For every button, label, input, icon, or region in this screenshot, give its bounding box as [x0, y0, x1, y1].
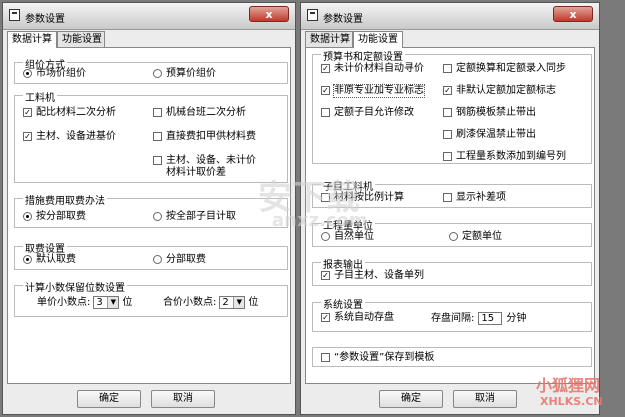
group-system-settings: 系统设置 ✓ 系统自动存盘 存盘间隔: 15 分钟: [312, 296, 592, 332]
dropdown-arrow-icon: ▼: [107, 297, 119, 308]
group-title: 预算书和定额设置: [321, 48, 405, 63]
group-title: 计算小数保留位数设置: [23, 279, 127, 294]
group-pricing-method: 组价方式 市场价组价 预算价组价: [14, 56, 288, 84]
checkbox-auto-save[interactable]: ✓ 系统自动存盘: [321, 312, 394, 324]
radio-by-all-items[interactable]: 按全部子目计取: [153, 211, 236, 223]
group-title: 报表输出: [321, 256, 365, 271]
checkbox-quantity-coef[interactable]: 工程量系数添加到编号列: [443, 151, 566, 163]
radio-by-section[interactable]: 按分部取费: [23, 211, 86, 223]
checkbox-main-material-list[interactable]: ✓ 子目主材、设备单列: [321, 270, 424, 282]
checkbox-rebar-form[interactable]: 钢筋模板禁止带出: [443, 107, 536, 119]
radio-off-icon: [153, 212, 162, 221]
group-decimal-places: 计算小数保留位数设置 单价小数点: 3 ▼ 位 合价小数点: 2 ▼ 位: [14, 279, 288, 317]
group-fee-settings: 取费设置 默认取费 分部取费: [14, 240, 288, 270]
checkbox-empty-icon: [443, 193, 452, 202]
checkbox-empty-icon: [443, 130, 452, 139]
window-title: 参数设置: [323, 14, 363, 25]
group-measure-fee: 措施费用取费办法 按分部取费 按全部子目计取: [14, 192, 288, 228]
group-report-output: 报表输出 ✓ 子目主材、设备单列: [312, 256, 592, 286]
checkbox-main-material-base[interactable]: ✓ 主材、设备进基价: [23, 131, 116, 143]
group-title: 措施费用取费办法: [23, 192, 107, 207]
checkbox-non-default-quota[interactable]: ✓ 非默认定额加定额标志: [443, 85, 556, 97]
radio-on-icon: [23, 69, 32, 78]
check-icon: ✓: [23, 108, 32, 117]
watermark-domain: XHLKS.CN: [540, 395, 603, 408]
tab-panel: 组价方式 市场价组价 预算价组价 工料机 ✓ 配比材料二次分析 机械台班二次分析 …: [7, 47, 291, 384]
checkbox-empty-icon: [443, 152, 452, 161]
checkbox-show-diff[interactable]: 显示补差项: [443, 192, 506, 204]
dropdown-arrow-icon: ▼: [233, 297, 245, 308]
checkbox-empty-icon: [153, 156, 162, 165]
checkbox-paint-insulation[interactable]: 刷漆保温禁止带出: [443, 129, 536, 141]
checkbox-empty-icon: [321, 108, 330, 117]
checkbox-empty-icon: [321, 353, 330, 362]
check-icon: ✓: [321, 271, 330, 280]
close-button[interactable]: x: [249, 6, 289, 22]
title-bar[interactable]: 参数设置 x: [301, 3, 599, 30]
ok-button[interactable]: 确定: [77, 390, 141, 408]
radio-default-fee[interactable]: 默认取费: [23, 254, 76, 266]
check-icon: ✓: [321, 313, 330, 322]
close-button[interactable]: x: [553, 6, 593, 22]
group-template: “参数设置”保存到模板: [312, 347, 592, 367]
check-icon: ✓: [321, 86, 330, 95]
app-icon: [9, 9, 20, 21]
unit-price-decimals: 单价小数点: 3 ▼ 位: [37, 296, 133, 309]
radio-on-icon: [23, 255, 32, 264]
checkbox-auto-price-lookup[interactable]: ✓ 未计价材料自动寻价: [321, 63, 424, 75]
checkbox-save-to-template[interactable]: “参数设置”保存到模板: [321, 352, 434, 364]
tab-function-settings[interactable]: 功能设置: [57, 31, 105, 47]
ok-button[interactable]: 确定: [379, 390, 443, 408]
watermark-url: anxz.com: [272, 210, 368, 231]
title-bar[interactable]: 参数设置 x: [3, 3, 295, 30]
save-interval: 存盘间隔: 15 分钟: [431, 312, 527, 325]
checkbox-deduct-supplied[interactable]: 直接费扣甲供材料费: [153, 131, 256, 143]
tab-data-calc[interactable]: 数据计算: [305, 31, 353, 47]
radio-off-icon: [321, 232, 330, 241]
cancel-button[interactable]: 取消: [453, 390, 517, 408]
radio-natural-unit[interactable]: 自然单位: [321, 231, 374, 243]
tab-function-settings[interactable]: 功能设置: [353, 31, 403, 48]
checkbox-price-diff[interactable]: 主材、设备、未计价材料计取价差: [153, 155, 257, 179]
check-icon: ✓: [443, 86, 452, 95]
group-title: 取费设置: [23, 240, 67, 255]
checkbox-machine-analysis[interactable]: 机械台班二次分析: [153, 107, 246, 119]
checkbox-quota-sync[interactable]: 定额换算和定额录入同步: [443, 63, 566, 75]
settings-window-data-calc: 参数设置 x 数据计算 功能设置 组价方式 市场价组价 预算价组价 工料机 ✓ 配…: [2, 2, 296, 415]
group-title: 系统设置: [321, 296, 365, 311]
checkbox-mix-material-analysis[interactable]: ✓ 配比材料二次分析: [23, 107, 116, 119]
window-title: 参数设置: [25, 14, 65, 25]
app-icon: [307, 9, 318, 21]
checkbox-empty-icon: [443, 64, 452, 73]
unit-price-decimals-select[interactable]: 3 ▼: [93, 296, 120, 309]
save-interval-input[interactable]: 15: [478, 312, 503, 325]
checkbox-empty-icon: [153, 132, 162, 141]
cancel-button[interactable]: 取消: [151, 390, 215, 408]
radio-on-icon: [23, 212, 32, 221]
total-price-decimals: 合价小数点: 2 ▼ 位: [163, 296, 259, 309]
group-labor-material: 工料机 ✓ 配比材料二次分析 机械台班二次分析 ✓ 主材、设备进基价 直接费扣甲供材…: [14, 89, 288, 183]
checkbox-empty-icon: [443, 108, 452, 117]
checkbox-empty-icon: [153, 108, 162, 117]
radio-quota-unit[interactable]: 定额单位: [449, 231, 502, 243]
radio-off-icon: [449, 232, 458, 241]
radio-section-fee[interactable]: 分部取费: [153, 254, 206, 266]
radio-off-icon: [153, 255, 162, 264]
radio-market-price[interactable]: 市场价组价: [23, 68, 86, 80]
radio-budget-price[interactable]: 预算价组价: [153, 68, 216, 80]
check-icon: ✓: [23, 132, 32, 141]
check-icon: ✓: [321, 64, 330, 73]
checkbox-non-original-specialty[interactable]: ✓ 非原专业加专业标志: [321, 84, 425, 98]
group-title: 工料机: [23, 89, 57, 104]
tab-data-calc[interactable]: 数据计算: [7, 31, 57, 48]
checkbox-allow-modify[interactable]: 定额子目允许修改: [321, 107, 414, 119]
group-budget-quota: 预算书和定额设置 ✓ 未计价材料自动寻价 定额换算和定额录入同步 ✓ 非原专业加专业…: [312, 48, 592, 164]
watermark-site: 小狐狸网: [536, 376, 601, 395]
radio-off-icon: [153, 69, 162, 78]
total-price-decimals-select[interactable]: 2 ▼: [219, 296, 246, 309]
